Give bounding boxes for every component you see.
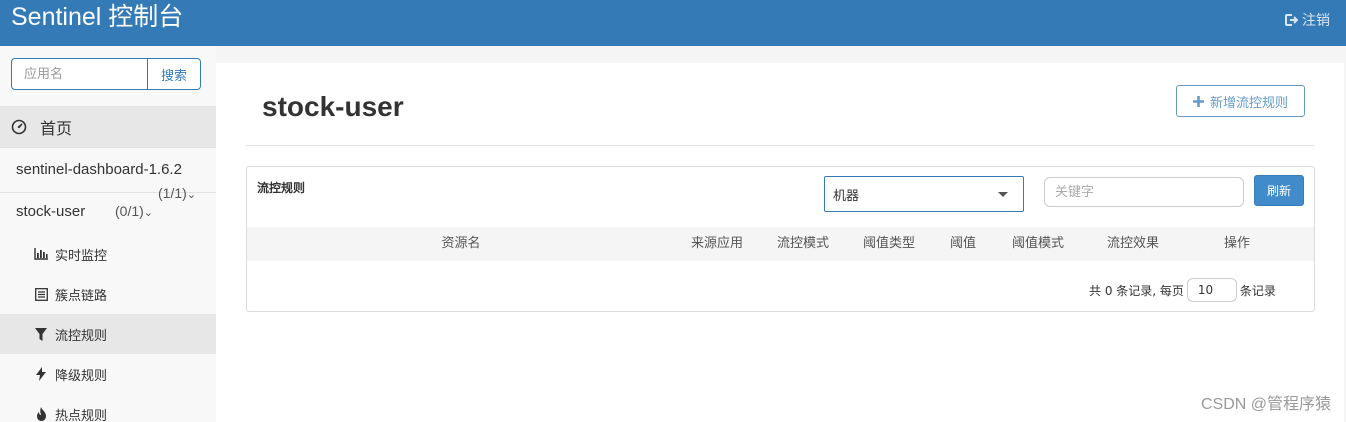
pagination: 共 0 条记录, 每页 条记录	[1089, 278, 1276, 302]
column-header-threshold-type: 阈值类型	[862, 236, 915, 251]
flash-icon	[34, 367, 48, 381]
title-divider	[246, 145, 1314, 146]
sidebar-item-flow-rules[interactable]: 流控规则	[0, 314, 216, 354]
column-header-source-app: 来源应用	[690, 236, 743, 251]
content-card: stock-user 新增流控规则 流控规则 机器 刷新 资源名 来源应用 流控…	[216, 63, 1344, 422]
column-header-threshold: 阈值	[949, 236, 976, 251]
watermark: CSDN @管程序猿	[1200, 396, 1331, 413]
column-header-actions: 操作	[1223, 236, 1250, 251]
machine-select-value: 机器	[833, 188, 860, 204]
page-size-input[interactable]	[1186, 278, 1237, 302]
column-header-resource: 资源名	[441, 236, 481, 251]
chevron-down-icon: ⌄	[143, 207, 154, 219]
sidebar: 搜索 首页 sentinel-dashboard-1.6.2 (1/1)⌄ st…	[0, 46, 216, 422]
flow-rules-panel: 流控规则 机器 刷新 资源名 来源应用 流控模式 阈值类型 阈值 阈值模式 流控…	[246, 166, 1315, 312]
search-button[interactable]: 搜索	[148, 58, 201, 90]
app-search-input[interactable]	[11, 58, 148, 90]
sign-out-icon	[1285, 14, 1298, 26]
logout-label: 注销	[1302, 13, 1330, 29]
plus-icon	[1192, 95, 1204, 107]
sidebar-item-label: 实时监控	[55, 248, 108, 264]
sidebar-item-label: 簇点链路	[55, 288, 108, 304]
sidebar-app-sentinel-dashboard[interactable]: sentinel-dashboard-1.6.2 (1/1)⌄	[0, 149, 216, 201]
add-flow-rule-label: 新增流控规则	[1209, 95, 1288, 111]
records-suffix: 条记录	[1239, 283, 1276, 298]
top-navbar: Sentinel 控制台 注销	[0, 0, 1346, 46]
sidebar-item-label: 首页	[40, 119, 73, 138]
total-records-text: 共 0 条记录, 每页	[1089, 283, 1184, 298]
machine-select[interactable]: 机器	[824, 176, 1024, 212]
sidebar-item-label: 流控规则	[55, 328, 108, 344]
app-machine-count: (0/1)⌄	[115, 203, 154, 219]
bar-chart-icon	[34, 247, 48, 261]
fire-icon	[34, 407, 48, 421]
column-header-flow-mode: 流控模式	[776, 236, 829, 251]
sidebar-item-realtime-monitor[interactable]: 实时监控	[0, 234, 216, 274]
app-search: 搜索	[11, 58, 201, 90]
brand-title[interactable]: Sentinel 控制台	[11, 0, 183, 34]
logout-link[interactable]: 注销	[1284, 10, 1330, 30]
app-name: sentinel-dashboard-1.6.2	[16, 161, 182, 178]
refresh-button[interactable]: 刷新	[1254, 175, 1304, 206]
sidebar-item-hot-rules[interactable]: 热点规则	[0, 394, 216, 422]
filter-icon	[34, 327, 48, 341]
sidebar-item-label: 热点规则	[55, 408, 108, 422]
table-header-row: 资源名 来源应用 流控模式 阈值类型 阈值 阈值模式 流控效果 操作	[247, 227, 1314, 261]
main-content: stock-user 新增流控规则 流控规则 机器 刷新 资源名 来源应用 流控…	[216, 46, 1346, 422]
keyword-search-input[interactable]	[1044, 177, 1244, 207]
caret-down-icon	[998, 192, 1008, 197]
sidebar-item-degrade-rules[interactable]: 降级规则	[0, 354, 216, 394]
sidebar-app-stock-user[interactable]: stock-user (0/1)⌄	[0, 194, 216, 234]
app-name: stock-user	[16, 203, 86, 220]
add-flow-rule-button[interactable]: 新增流控规则	[1176, 85, 1305, 117]
page-title: stock-user	[262, 91, 404, 122]
sidebar-item-cluster-link[interactable]: 簇点链路	[0, 274, 216, 314]
column-header-threshold-mode: 阈值模式	[1011, 236, 1064, 251]
sidebar-item-home[interactable]: 首页	[0, 106, 216, 148]
column-header-flow-effect: 流控效果	[1106, 236, 1159, 251]
panel-title: 流控规则	[257, 181, 306, 195]
sidebar-item-label: 降级规则	[55, 368, 108, 384]
dashboard-icon	[11, 119, 27, 135]
list-icon	[34, 287, 48, 301]
